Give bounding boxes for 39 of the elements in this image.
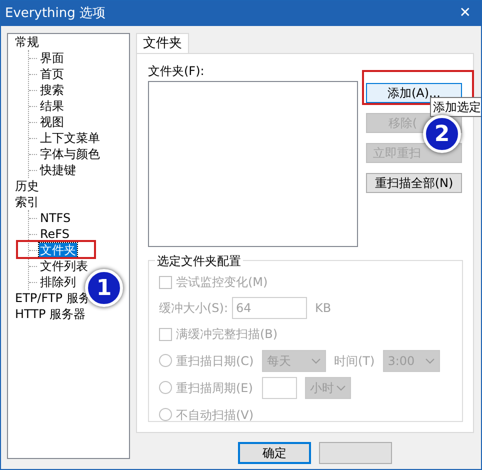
- tooltip: 添加选定: [430, 97, 481, 117]
- radio-label: 重扫描日期(C): [176, 352, 255, 370]
- folder-list[interactable]: [148, 81, 358, 247]
- chevron-down-icon: [424, 358, 435, 364]
- unit-label: KB: [315, 300, 332, 317]
- chevron-down-icon: [336, 384, 346, 390]
- tree-item[interactable]: 排除列: [39, 274, 77, 290]
- tree-item[interactable]: 首页: [39, 66, 65, 82]
- group-title: 选定文件夹配置: [155, 252, 243, 270]
- tree-item[interactable]: HTTP 服务器: [14, 306, 87, 322]
- tree-item[interactable]: 视图: [39, 114, 65, 130]
- action-button[interactable]: 重扫描全部(N): [366, 173, 462, 193]
- tree-item[interactable]: 字体与颜色: [39, 146, 101, 162]
- window-title: Everything 选项: [5, 4, 106, 23]
- tree-item[interactable]: 结果: [39, 98, 65, 114]
- input-field[interactable]: [262, 376, 297, 398]
- field-label: 时间(T): [334, 352, 375, 370]
- close-button[interactable]: ✕: [459, 3, 471, 24]
- radio-label: 不自动扫描(V): [176, 406, 255, 424]
- dialog-button[interactable]: [319, 442, 392, 464]
- tree-item[interactable]: ReFS: [39, 226, 70, 242]
- field-label: 缓冲大小(S):: [159, 300, 228, 317]
- chevron-down-icon: [311, 358, 321, 364]
- tree-item[interactable]: 上下文菜单: [39, 130, 101, 146]
- tree-item[interactable]: 历史: [14, 178, 40, 194]
- field-label: 文件夹(F):: [148, 63, 206, 78]
- ok-button[interactable]: 确定: [238, 442, 311, 464]
- tree-item[interactable]: 界面: [39, 50, 65, 66]
- tab[interactable]: 文件夹: [136, 33, 189, 53]
- tree-item[interactable]: 快捷键: [39, 162, 77, 178]
- radio-label: 重扫描周期(E): [176, 380, 254, 396]
- checkbox-label: 尝试监控变化(M): [176, 274, 268, 291]
- tree-item[interactable]: NTFS: [39, 210, 72, 226]
- tree-item[interactable]: 文件夹: [39, 242, 77, 258]
- tree-item[interactable]: 索引: [14, 194, 40, 210]
- tree-item[interactable]: 搜索: [39, 82, 65, 98]
- tree-item[interactable]: 常规: [14, 34, 40, 50]
- action-button[interactable]: 添加(A)...: [366, 83, 462, 103]
- checkbox-label: 满缓冲完整扫描(B): [176, 326, 278, 343]
